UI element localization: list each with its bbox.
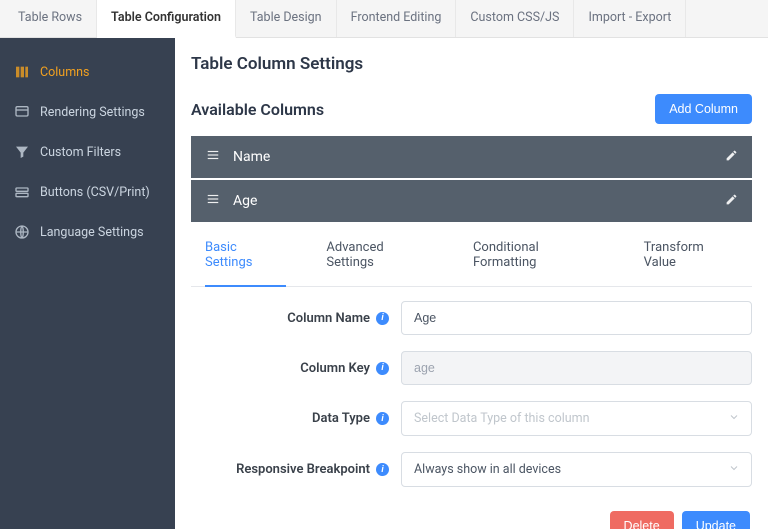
info-icon[interactable]: i	[376, 362, 389, 375]
sidebar-item-1[interactable]: Rendering Settings	[0, 92, 175, 132]
column-bar-label: Age	[233, 193, 257, 209]
edit-icon[interactable]	[725, 193, 738, 210]
info-icon[interactable]: i	[376, 312, 389, 325]
main-panel: Table Column Settings Available Columns …	[175, 38, 768, 529]
data-type-label: Data Type	[312, 411, 370, 426]
breakpoint-label: Responsive Breakpoint	[236, 462, 370, 477]
breakpoint-select[interactable]: Always show in all devices	[401, 452, 752, 487]
info-icon[interactable]: i	[376, 463, 389, 476]
column-bar-0[interactable]: Name	[191, 136, 752, 178]
inner-tab-1[interactable]: Advanced Settings	[326, 240, 433, 276]
top-tab-3[interactable]: Frontend Editing	[337, 0, 457, 37]
buttons-icon	[14, 184, 30, 200]
top-tabs: Table RowsTable ConfigurationTable Desig…	[0, 0, 768, 38]
add-column-button[interactable]: Add Column	[655, 94, 752, 124]
info-icon[interactable]: i	[376, 412, 389, 425]
drag-handle-icon[interactable]	[205, 192, 221, 210]
top-tab-0[interactable]: Table Rows	[4, 0, 97, 37]
language-icon	[14, 224, 30, 240]
sidebar-item-label: Custom Filters	[40, 145, 121, 160]
top-tab-5[interactable]: Import - Export	[574, 0, 686, 37]
column-key-input	[401, 351, 752, 385]
sidebar-item-3[interactable]: Buttons (CSV/Print)	[0, 172, 175, 212]
sidebar-item-0[interactable]: Columns	[0, 52, 175, 92]
column-name-input[interactable]	[401, 301, 752, 335]
update-button[interactable]: Update	[682, 511, 750, 529]
inner-tab-3[interactable]: Transform Value	[644, 240, 738, 276]
filter-icon	[14, 144, 30, 160]
drag-handle-icon[interactable]	[205, 148, 221, 166]
delete-button[interactable]: Delete	[610, 511, 674, 529]
sidebar: Columns Rendering Settings Custom Filters B…	[0, 38, 175, 529]
sidebar-item-4[interactable]: Language Settings	[0, 212, 175, 252]
column-key-label: Column Key	[300, 361, 370, 376]
columns-icon	[14, 64, 30, 80]
inner-tab-2[interactable]: Conditional Formatting	[473, 240, 604, 276]
available-columns-title: Available Columns	[191, 100, 324, 119]
top-tab-4[interactable]: Custom CSS/JS	[456, 0, 574, 37]
data-type-select[interactable]: Select Data Type of this column	[401, 401, 752, 436]
sidebar-item-label: Buttons (CSV/Print)	[40, 185, 150, 200]
sidebar-item-label: Language Settings	[40, 225, 144, 240]
render-icon	[14, 104, 30, 120]
sidebar-item-2[interactable]: Custom Filters	[0, 132, 175, 172]
inner-tabs: Basic Settings Advanced Settings Condition…	[191, 224, 752, 287]
column-bar-label: Name	[233, 149, 270, 165]
edit-icon[interactable]	[725, 149, 738, 166]
sidebar-item-label: Columns	[40, 65, 90, 80]
sidebar-item-label: Rendering Settings	[40, 105, 145, 120]
page-title: Table Column Settings	[191, 54, 752, 74]
column-bar-1[interactable]: Age	[191, 180, 752, 222]
inner-tab-0[interactable]: Basic Settings	[205, 240, 286, 287]
top-tab-2[interactable]: Table Design	[236, 0, 337, 37]
top-tab-1[interactable]: Table Configuration	[97, 0, 236, 38]
column-name-label: Column Name	[287, 311, 370, 326]
